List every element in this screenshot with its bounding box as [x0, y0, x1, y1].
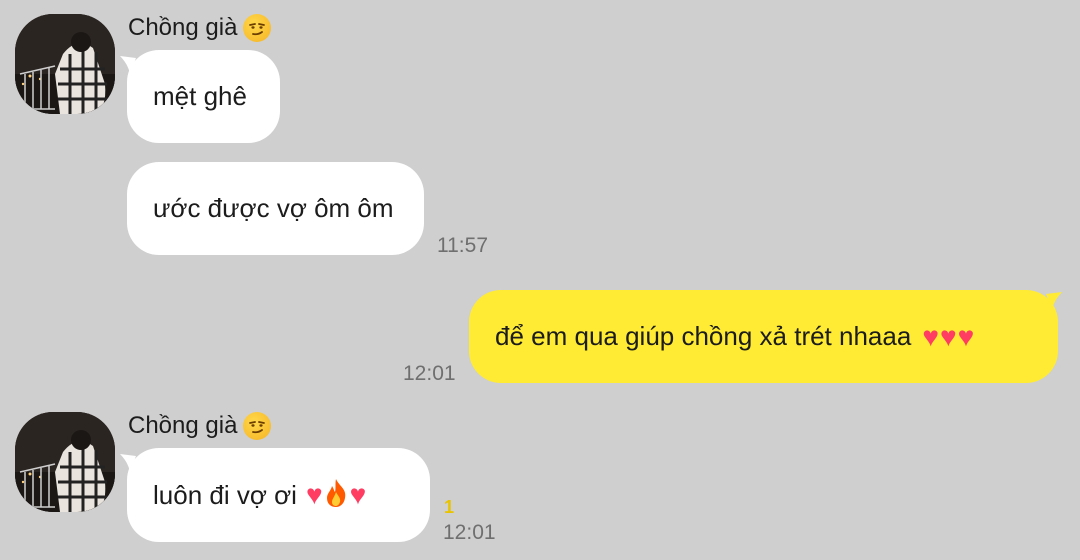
heart-emoji: ♥ [957, 320, 975, 352]
heart-emoji: ♥ [305, 479, 323, 510]
avatar[interactable] [15, 14, 115, 114]
fire-emoji [323, 478, 349, 513]
heart-emoji: ♥ [922, 320, 939, 352]
sender-name: Chồng già [128, 412, 272, 440]
unread-count: 1 [444, 497, 455, 517]
message-bubble[interactable]: mệt ghê [127, 50, 280, 143]
sender-name-label: Chồng già [128, 412, 238, 439]
message-timestamp: 12:01 [403, 362, 456, 385]
heart-emoji: ♥ [939, 320, 957, 352]
avatar[interactable] [15, 412, 115, 512]
message-text: để em qua giúp chồng xả trét nhaaa [495, 321, 912, 351]
message-bubble[interactable]: để em qua giúp chồng xả trét nhaaa ♥ ♥ ♥ [469, 290, 1058, 383]
message-bubble[interactable]: ước được vợ ôm ôm [127, 162, 424, 255]
heart-emoji: ♥ [349, 479, 367, 510]
smirk-face-emoji [243, 412, 272, 440]
sender-name-label: Chồng già [128, 14, 238, 41]
message-text: luôn đi vợ ơi [153, 479, 297, 510]
message-text: mệt ghê [153, 81, 247, 111]
bubble-tail [1046, 292, 1062, 310]
message-timestamp: 11:57 [437, 234, 488, 257]
message-timestamp: 12:01 [443, 521, 496, 544]
smirk-face-emoji [243, 14, 272, 42]
message-text: ước được vợ ôm ôm [153, 193, 394, 223]
message-bubble[interactable]: luôn đi vợ ơi ♥ ♥ [127, 448, 430, 542]
sender-name: Chồng già [128, 14, 272, 42]
